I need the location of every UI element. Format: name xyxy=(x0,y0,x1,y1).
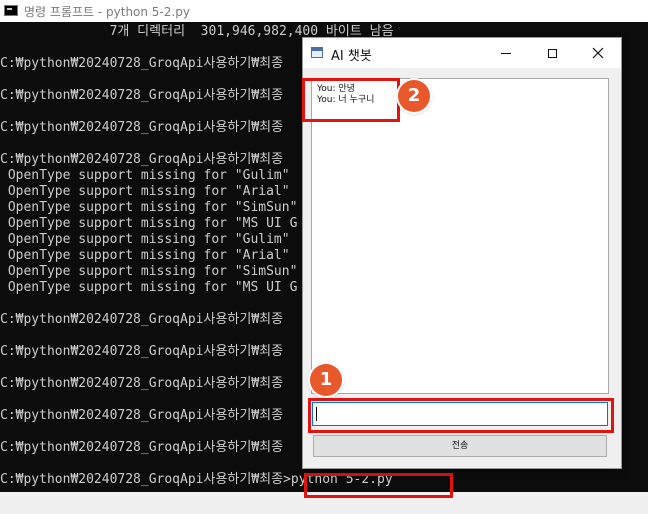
minimize-icon xyxy=(501,52,511,54)
console-line: C:₩python₩20240728_GroqApi사용하기₩최종 xyxy=(0,312,284,327)
console-window-title: 명령 프롬프트 - python 5-2.py xyxy=(24,5,190,19)
console-line: OpenType support missing for "MS UI G xyxy=(0,280,298,295)
console-titlebar[interactable]: 명령 프롬프트 - python 5-2.py xyxy=(0,0,648,23)
console-line: C:₩python₩20240728_GroqApi사용하기₩최종 xyxy=(0,440,284,455)
chat-window-title: AI 챗봇 xyxy=(331,49,372,64)
console-line: C:₩python₩20240728_GroqApi사용하기₩최종 xyxy=(0,344,284,359)
close-button[interactable] xyxy=(575,38,621,68)
annotation-badge-1: 1 xyxy=(310,364,342,396)
maximize-icon xyxy=(547,48,557,58)
chat-display-area[interactable]: You: 안녕 You: 너 누구니 xyxy=(311,78,609,394)
console-line: OpenType support missing for "SimSun" xyxy=(0,264,298,279)
highlight-messages xyxy=(302,78,400,122)
close-icon xyxy=(592,47,604,59)
console-line: C:₩python₩20240728_GroqApi사용하기₩최종 xyxy=(0,56,284,71)
console-line: OpenType support missing for "MS UI G xyxy=(0,216,298,231)
console-line: C:₩python₩20240728_GroqApi사용하기₩최종 xyxy=(0,88,284,103)
console-line: C:₩python₩20240728_GroqApi사용하기₩최종 xyxy=(0,408,284,423)
console-line: OpenType support missing for "Gulim" xyxy=(0,168,290,183)
console-line: C:₩python₩20240728_GroqApi사용하기₩최종 xyxy=(0,120,284,135)
minimize-button[interactable] xyxy=(483,38,529,68)
highlight-input xyxy=(308,398,614,433)
console-line: C:₩python₩20240728_GroqApi사용하기₩최종 xyxy=(0,152,284,167)
window-app-icon xyxy=(311,47,323,58)
maximize-button[interactable] xyxy=(529,38,575,68)
console-line: OpenType support missing for "SimSun" xyxy=(0,200,298,215)
console-line: C:₩python₩20240728_GroqApi사용하기₩최종 xyxy=(0,376,284,391)
console-line: OpenType support missing for "Gulim" xyxy=(0,232,290,247)
annotation-badge-2: 2 xyxy=(398,80,430,112)
chat-titlebar[interactable]: AI 챗봇 xyxy=(303,38,621,68)
send-button[interactable]: 전송 xyxy=(313,435,607,457)
highlight-command xyxy=(304,473,453,498)
console-line: OpenType support missing for "Arial" xyxy=(0,184,290,199)
console-line: OpenType support missing for "Arial" xyxy=(0,248,290,263)
console-app-icon xyxy=(4,5,18,16)
